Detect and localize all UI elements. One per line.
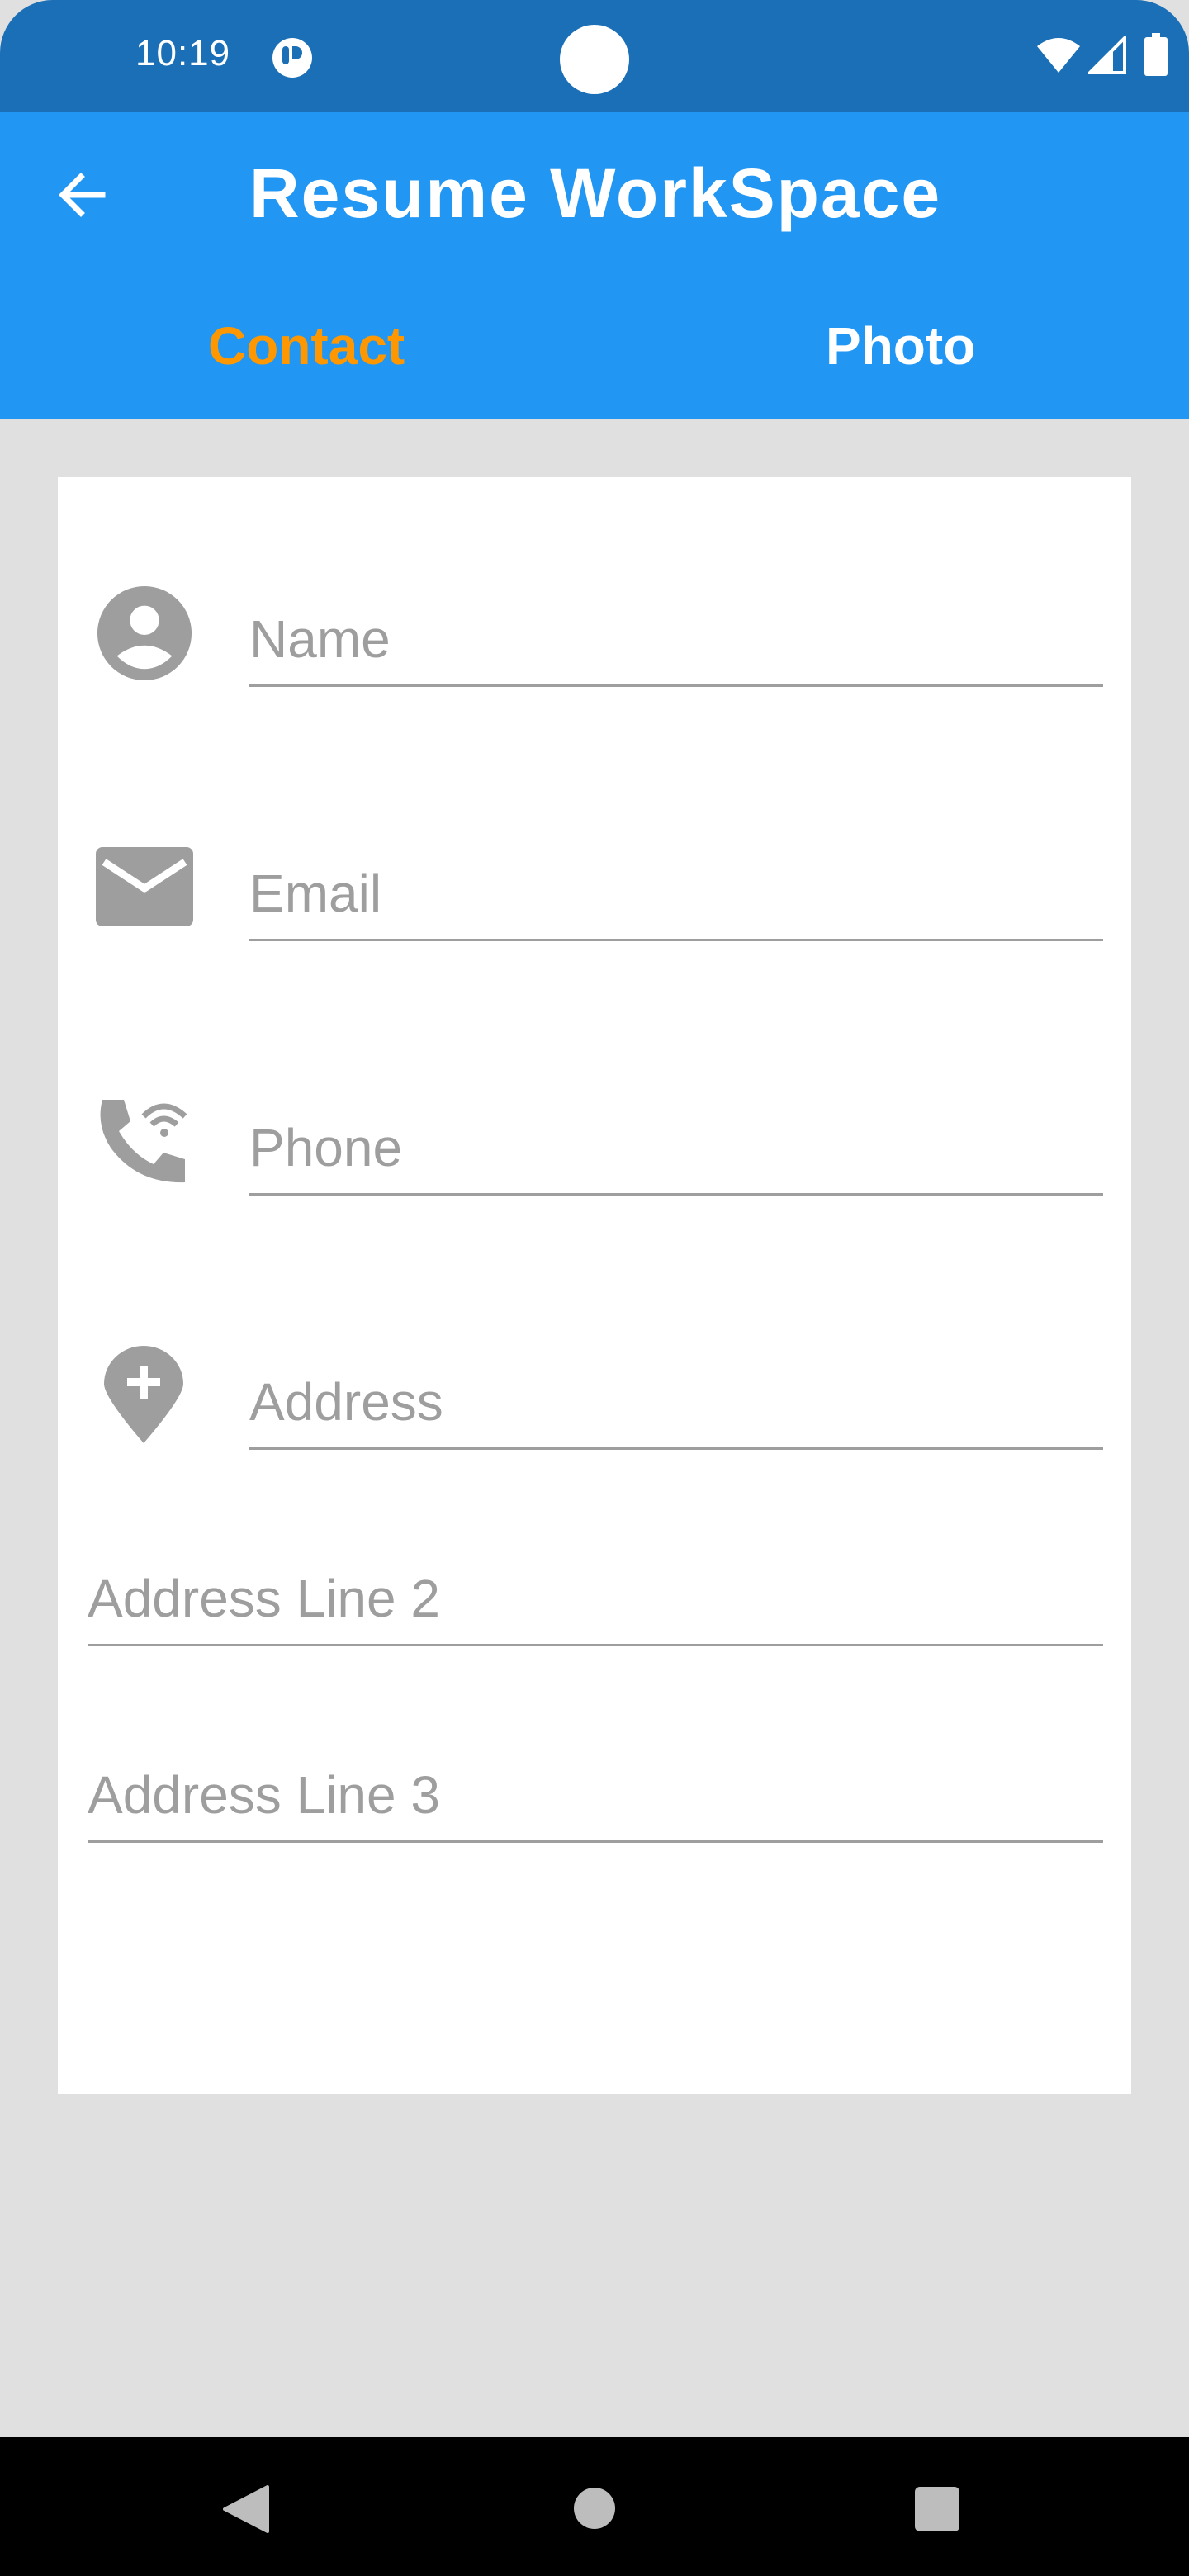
tab-photo[interactable]: Photo (606, 315, 1189, 376)
app-notification-icon (272, 38, 312, 78)
address-line-3-field (88, 1722, 1103, 1843)
camera-cutout (560, 25, 629, 94)
status-time: 10:19 (135, 33, 231, 73)
nav-recents-icon[interactable] (915, 2487, 959, 2531)
name-input[interactable] (249, 608, 1103, 670)
contact-form-card (58, 477, 1131, 2094)
email-icon (96, 847, 193, 926)
email-field (249, 806, 1103, 941)
address-line-2-field (88, 1526, 1103, 1646)
phone-input[interactable] (249, 1117, 1103, 1178)
signal-icon (1088, 36, 1126, 74)
status-bar: 10:19 (0, 0, 1189, 112)
phone-field (249, 1060, 1103, 1196)
nav-home-icon[interactable] (573, 2487, 616, 2530)
name-field (249, 552, 1103, 687)
battery-icon (1144, 33, 1168, 76)
email-input[interactable] (249, 863, 1103, 924)
account-circle-icon (97, 585, 192, 681)
wifi-calling-icon (100, 1100, 187, 1183)
navigation-bar (0, 2437, 1189, 2576)
arrow-back-icon[interactable] (50, 162, 116, 228)
address-field (249, 1314, 1103, 1450)
tab-contact[interactable]: Contact (12, 315, 606, 376)
address-line-2-input[interactable] (88, 1568, 1103, 1629)
wifi-icon (1037, 38, 1080, 73)
address-input[interactable] (249, 1371, 1103, 1432)
nav-back-icon[interactable] (223, 2485, 269, 2533)
address-line-3-input[interactable] (88, 1764, 1103, 1825)
page-title: Resume WorkSpace (249, 154, 942, 232)
app-bar: Resume WorkSpace Contact Photo (0, 112, 1189, 419)
add-location-icon (104, 1346, 183, 1443)
